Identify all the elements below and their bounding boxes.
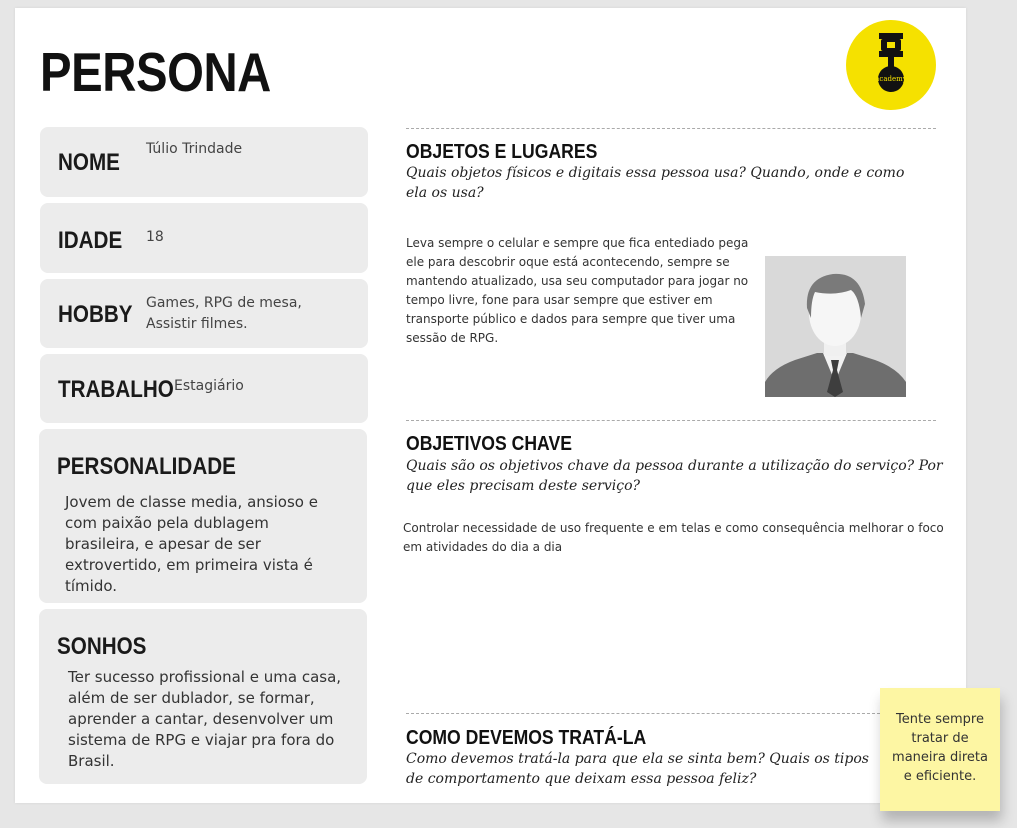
page-title: PERSONA <box>40 41 271 103</box>
job-card: TRABALHO Estagiário <box>40 354 368 423</box>
job-label: TRABALHO <box>58 376 174 403</box>
job-value: Estagiário <box>174 378 244 394</box>
objects-section-title: OBJETOS E LUGARES <box>406 141 598 163</box>
goals-section-title: OBJETIVOS CHAVE <box>406 433 572 455</box>
dt-academy-logo: academy <box>846 20 936 110</box>
dt-logo-icon <box>878 33 904 92</box>
hobby-value: Games, RPG de mesa, Assistir filmes. <box>146 295 302 332</box>
sticky-note[interactable]: Tente sempre tratar de maneira direta e … <box>880 688 1000 811</box>
hobby-label: HOBBY <box>58 301 133 328</box>
dreams-card: SONHOS Ter sucesso profissional e uma ca… <box>39 609 367 784</box>
age-label: IDADE <box>58 227 123 254</box>
personality-value: Jovem de classe media, ansioso e com pai… <box>65 493 318 595</box>
sticky-note-text: Tente sempre tratar de maneira direta e … <box>892 712 988 784</box>
person-silhouette-icon <box>765 256 906 397</box>
goals-answer: Controlar necessidade de uso frequente e… <box>403 521 944 554</box>
objects-question: Quais objetos físicos e digitais essa pe… <box>406 165 905 201</box>
age-card: IDADE 18 <box>40 203 368 273</box>
treatment-question: Como devemos tratá-la para que ela se si… <box>406 751 869 787</box>
persona-avatar <box>765 256 906 397</box>
personality-card: PERSONALIDADE Jovem de classe media, ans… <box>39 429 367 603</box>
name-label: NOME <box>58 149 120 176</box>
section-divider <box>406 713 880 714</box>
objects-answer: Leva sempre o celular e sempre que fica … <box>406 236 749 345</box>
personality-label: PERSONALIDADE <box>57 453 236 480</box>
dreams-label: SONHOS <box>57 633 147 660</box>
goals-question: Quais são os objetivos chave da pessoa d… <box>406 458 943 494</box>
section-divider <box>406 128 936 129</box>
treatment-section-title: COMO DEVEMOS TRATÁ-LA <box>406 727 647 749</box>
age-value: 18 <box>146 229 164 245</box>
section-divider <box>406 420 936 421</box>
name-value: Túlio Trindade <box>146 141 243 157</box>
hobby-card: HOBBY Games, RPG de mesa, Assistir filme… <box>40 279 368 348</box>
dreams-value: Ter sucesso profissional e uma casa, alé… <box>68 668 342 770</box>
logo-text: academy <box>875 75 907 83</box>
name-card: NOME Túlio Trindade <box>40 127 368 197</box>
